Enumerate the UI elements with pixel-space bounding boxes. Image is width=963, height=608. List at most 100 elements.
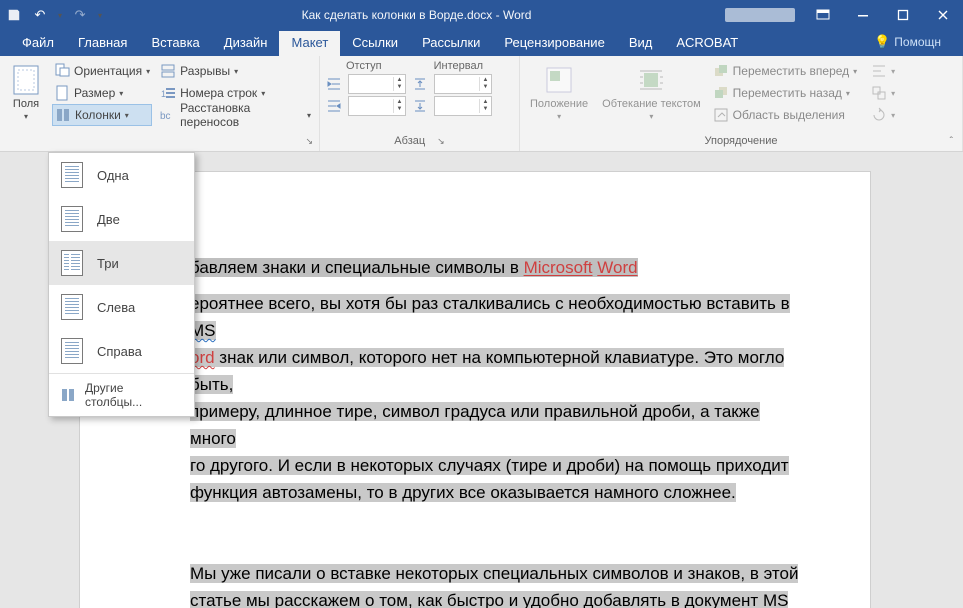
- close-icon[interactable]: [923, 0, 963, 30]
- columns-right[interactable]: Справа: [49, 329, 194, 373]
- minimize-icon[interactable]: [843, 0, 883, 30]
- tab-mailings[interactable]: Рассылки: [410, 31, 492, 56]
- selection-pane-icon: [713, 107, 729, 123]
- spacing-after-input[interactable]: ▲▼: [434, 96, 492, 116]
- bring-forward-label: Переместить вперед: [733, 64, 849, 78]
- ribbon-display-icon[interactable]: [803, 0, 843, 30]
- columns-two-label: Две: [97, 212, 120, 227]
- wrap-text-button[interactable]: Обтекание текстом▾: [598, 60, 705, 126]
- qat-customize-icon[interactable]: ▾: [98, 11, 102, 20]
- quick-access-toolbar: ↶ ▾ ↷ ▾: [0, 7, 108, 23]
- group-objects-button[interactable]: ▾: [869, 82, 897, 104]
- undo-icon[interactable]: ↶: [32, 7, 48, 23]
- line-numbers-icon: 1: [160, 85, 176, 101]
- columns-three-label: Три: [97, 256, 119, 271]
- columns-left[interactable]: Слева: [49, 285, 194, 329]
- columns-one-icon: [61, 162, 83, 188]
- window-title: Как сделать колонки в Ворде.docx - Word: [108, 8, 725, 22]
- columns-more[interactable]: Другие столбцы...: [49, 373, 194, 416]
- paragraph-1: ероятнее всего, вы хотя бы раз сталкивал…: [190, 290, 810, 506]
- position-label: Положение: [530, 98, 588, 110]
- ribbon-tabs: Файл Главная Вставка Дизайн Макет Ссылки…: [0, 30, 963, 56]
- orientation-label: Ориентация: [74, 64, 142, 78]
- position-icon: [543, 64, 575, 96]
- tab-insert[interactable]: Вставка: [139, 31, 211, 56]
- maximize-icon[interactable]: [883, 0, 923, 30]
- align-icon: [871, 63, 887, 79]
- send-backward-label: Переместить назад: [733, 86, 842, 100]
- chevron-down-icon: ▾: [125, 111, 129, 120]
- margins-button[interactable]: Поля▾: [6, 60, 46, 126]
- tab-file[interactable]: Файл: [10, 31, 66, 56]
- position-button[interactable]: Положение▾: [526, 60, 592, 126]
- hyphenation-button[interactable]: bc Расстановка переносов▾: [158, 104, 313, 126]
- tab-view[interactable]: Вид: [617, 31, 665, 56]
- heading: бавляем знаки и специальные символы в Mi…: [190, 256, 810, 280]
- chevron-down-icon: ▾: [307, 111, 311, 120]
- tell-me[interactable]: 💡Помощн: [862, 30, 953, 56]
- orientation-button[interactable]: Ориентация ▾: [52, 60, 152, 82]
- bring-forward-icon: [713, 63, 729, 79]
- send-backward-icon: [713, 85, 729, 101]
- orientation-icon: [54, 63, 70, 79]
- indent-label: Отступ: [346, 60, 382, 72]
- undo-dropdown-icon[interactable]: ▾: [58, 11, 62, 20]
- bring-forward-button[interactable]: Переместить вперед▾: [711, 60, 860, 82]
- indent-right-input[interactable]: ▲▼: [348, 96, 406, 116]
- breaks-button[interactable]: Разрывы ▾: [158, 60, 313, 82]
- collapse-ribbon-icon[interactable]: ˆ: [950, 136, 953, 147]
- margins-label: Поля: [13, 98, 39, 110]
- rotate-button[interactable]: ▾: [869, 104, 897, 126]
- line-numbers-label: Номера строк: [180, 86, 257, 100]
- wrap-text-label: Обтекание текстом: [602, 98, 701, 110]
- save-icon[interactable]: [6, 7, 22, 23]
- chevron-down-icon: ▾: [119, 89, 123, 98]
- chevron-down-icon: ▾: [234, 67, 238, 76]
- page-setup-launcher-icon[interactable]: ↘: [305, 136, 313, 147]
- tab-review[interactable]: Рецензирование: [492, 31, 616, 56]
- columns-dropdown: Одна Две Три Слева Справа Другие столбцы…: [48, 152, 195, 417]
- columns-two[interactable]: Две: [49, 197, 194, 241]
- rotate-icon: [871, 107, 887, 123]
- tab-acrobat[interactable]: ACROBAT: [664, 31, 750, 56]
- breaks-label: Разрывы: [180, 64, 230, 78]
- spacing-label: Интервал: [434, 60, 483, 72]
- paragraph-2: Мы уже писали о вставке некоторых специа…: [190, 560, 810, 608]
- indent-left-icon: [326, 76, 342, 92]
- columns-right-label: Справа: [97, 344, 142, 359]
- group-objects-icon: [871, 85, 887, 101]
- send-backward-button[interactable]: Переместить назад▾: [711, 82, 860, 104]
- indent-left-input[interactable]: ▲▼: [348, 74, 406, 94]
- svg-text:1: 1: [161, 89, 166, 99]
- selection-pane-label: Область выделения: [733, 108, 845, 122]
- columns-right-icon: [61, 338, 83, 364]
- redo-icon[interactable]: ↷: [72, 7, 88, 23]
- columns-one-label: Одна: [97, 168, 129, 183]
- columns-left-label: Слева: [97, 300, 135, 315]
- size-icon: [54, 85, 70, 101]
- arrange-group-label: Упорядочение: [705, 135, 778, 147]
- columns-one[interactable]: Одна: [49, 153, 194, 197]
- group-arrange: Положение▾ Обтекание текстом▾ Переместит…: [520, 56, 963, 151]
- columns-three[interactable]: Три: [49, 241, 194, 285]
- tell-me-label: Помощн: [894, 35, 941, 49]
- size-button[interactable]: Размер ▾: [52, 82, 152, 104]
- tab-layout[interactable]: Макет: [279, 31, 340, 56]
- ribbon: Поля▾ Ориентация▾ Размер▾ Колонки▾: [0, 56, 963, 152]
- columns-label: Колонки: [75, 108, 121, 122]
- columns-more-label: Другие столбцы...: [85, 381, 182, 409]
- align-button[interactable]: ▾: [869, 60, 897, 82]
- columns-button[interactable]: Колонки ▾: [52, 104, 152, 126]
- tab-design[interactable]: Дизайн: [212, 31, 280, 56]
- chevron-down-icon: ▾: [146, 67, 150, 76]
- tab-references[interactable]: Ссылки: [340, 31, 410, 56]
- document-content[interactable]: бавляем знаки и специальные символы в Mi…: [190, 256, 810, 608]
- size-label: Размер: [74, 86, 115, 100]
- hyphenation-icon: bc: [160, 107, 176, 123]
- tab-home[interactable]: Главная: [66, 31, 139, 56]
- group-page-setup: Поля▾ Ориентация▾ Размер▾ Колонки▾: [0, 56, 320, 151]
- selection-pane-button[interactable]: Область выделения: [711, 104, 860, 126]
- paragraph-launcher-icon[interactable]: ↘: [437, 136, 445, 147]
- spacing-before-input[interactable]: ▲▼: [434, 74, 492, 94]
- chevron-down-icon: ▾: [261, 89, 265, 98]
